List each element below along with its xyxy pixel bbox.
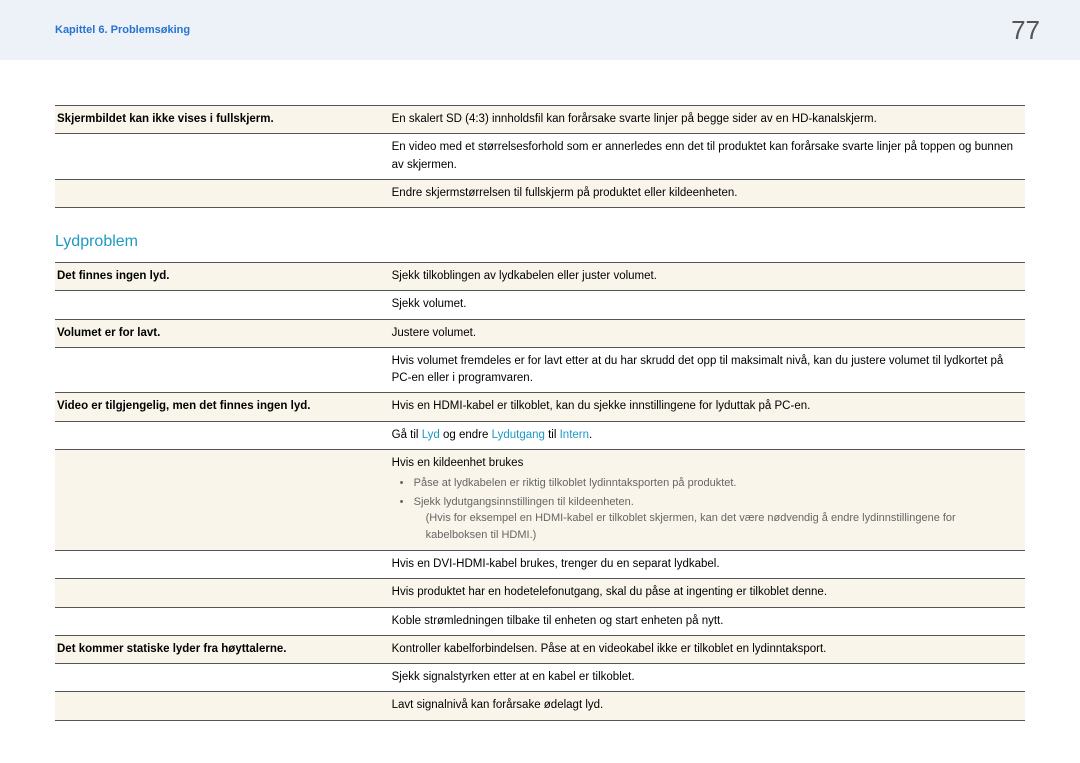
issue-label: Video er tilgjengelig, men det finnes in… bbox=[55, 393, 390, 421]
issue-label-empty bbox=[55, 179, 390, 207]
page-number: 77 bbox=[1011, 11, 1040, 50]
text: og endre bbox=[440, 429, 492, 441]
issue-solution: Sjekk signalstyrken etter at en kabel er… bbox=[390, 664, 1025, 692]
table-row: Hvis produktet har en hodetelefonutgang,… bbox=[55, 579, 1025, 607]
issue-solution: Sjekk volumet. bbox=[390, 291, 1025, 319]
table-row: Volumet er for lavt. Justere volumet. bbox=[55, 319, 1025, 347]
highlight-term: Intern bbox=[560, 429, 589, 441]
table-row: Hvis volumet fremdeles er for lavt etter… bbox=[55, 347, 1025, 393]
table-row: Sjekk volumet. bbox=[55, 291, 1025, 319]
table-row: Video er tilgjengelig, men det finnes in… bbox=[55, 393, 1025, 421]
text: Gå til bbox=[392, 429, 422, 441]
issue-label: Skjermbildet kan ikke vises i fullskjerm… bbox=[55, 106, 390, 134]
table-row: Hvis en kildeenhet brukes Påse at lydkab… bbox=[55, 449, 1025, 550]
table-row: Endre skjermstørrelsen til fullskjerm på… bbox=[55, 179, 1025, 207]
issue-label-empty bbox=[55, 291, 390, 319]
issue-label-empty bbox=[55, 579, 390, 607]
text: til bbox=[545, 429, 560, 441]
issue-solution: Justere volumet. bbox=[390, 319, 1025, 347]
issue-solution: Sjekk tilkoblingen av lydkabelen eller j… bbox=[390, 263, 1025, 291]
text: . bbox=[589, 429, 592, 441]
highlight-term: Lyd bbox=[422, 429, 440, 441]
issue-solution: Hvis produktet har en hodetelefonutgang,… bbox=[390, 579, 1025, 607]
issue-label-empty bbox=[55, 607, 390, 635]
page-header: Kapittel 6. Problemsøking 77 bbox=[0, 0, 1080, 60]
table-row: Sjekk signalstyrken etter at en kabel er… bbox=[55, 664, 1025, 692]
table-row: Koble strømledningen tilbake til enheten… bbox=[55, 607, 1025, 635]
issue-label-empty bbox=[55, 664, 390, 692]
issue-label-empty bbox=[55, 449, 390, 550]
page-content: Skjermbildet kan ikke vises i fullskjerm… bbox=[0, 60, 1080, 751]
troubleshoot-table-sound: Det finnes ingen lyd. Sjekk tilkoblingen… bbox=[55, 262, 1025, 721]
issue-label-empty bbox=[55, 692, 390, 720]
troubleshoot-table-screen: Skjermbildet kan ikke vises i fullskjerm… bbox=[55, 105, 1025, 208]
issue-solution: Gå til Lyd og endre Lydutgang til Intern… bbox=[390, 421, 1025, 449]
parenthetical-text: (Hvis for eksempel en HDMI-kabel er tilk… bbox=[414, 510, 1017, 543]
intro-text: Hvis en kildeenhet brukes bbox=[392, 457, 524, 469]
issue-solution: Hvis volumet fremdeles er for lavt etter… bbox=[390, 347, 1025, 393]
table-row: Skjermbildet kan ikke vises i fullskjerm… bbox=[55, 106, 1025, 134]
issue-solution: Koble strømledningen tilbake til enheten… bbox=[390, 607, 1025, 635]
table-row: Lavt signalnivå kan forårsake ødelagt ly… bbox=[55, 692, 1025, 720]
issue-solution: Hvis en DVI-HDMI-kabel brukes, trenger d… bbox=[390, 551, 1025, 579]
issue-solution: Hvis en kildeenhet brukes Påse at lydkab… bbox=[390, 449, 1025, 550]
highlight-term: Lydutgang bbox=[492, 429, 545, 441]
text: Sjekk lydutgangsinnstillingen til kildee… bbox=[414, 496, 634, 508]
list-item: Sjekk lydutgangsinnstillingen til kildee… bbox=[404, 494, 1017, 544]
issue-label-empty bbox=[55, 134, 390, 180]
issue-solution: Hvis en HDMI-kabel er tilkoblet, kan du … bbox=[390, 393, 1025, 421]
issue-solution: Kontroller kabelforbindelsen. Påse at en… bbox=[390, 635, 1025, 663]
list-item: Påse at lydkabelen er riktig tilkoblet l… bbox=[404, 475, 1017, 492]
section-heading: Lydproblem bbox=[55, 230, 1025, 254]
bullet-list: Påse at lydkabelen er riktig tilkoblet l… bbox=[392, 475, 1017, 543]
issue-label-empty bbox=[55, 551, 390, 579]
table-row: Det kommer statiske lyder fra høyttalern… bbox=[55, 635, 1025, 663]
chapter-label: Kapittel 6. Problemsøking bbox=[55, 22, 190, 39]
table-row: En video med et størrelsesforhold som er… bbox=[55, 134, 1025, 180]
issue-solution: En skalert SD (4:3) innholdsfil kan forå… bbox=[390, 106, 1025, 134]
issue-label: Det finnes ingen lyd. bbox=[55, 263, 390, 291]
issue-label-empty bbox=[55, 347, 390, 393]
table-row: Det finnes ingen lyd. Sjekk tilkoblingen… bbox=[55, 263, 1025, 291]
table-row: Hvis en DVI-HDMI-kabel brukes, trenger d… bbox=[55, 551, 1025, 579]
issue-solution: En video med et størrelsesforhold som er… bbox=[390, 134, 1025, 180]
table-row: Gå til Lyd og endre Lydutgang til Intern… bbox=[55, 421, 1025, 449]
issue-label: Det kommer statiske lyder fra høyttalern… bbox=[55, 635, 390, 663]
issue-label: Volumet er for lavt. bbox=[55, 319, 390, 347]
issue-solution: Endre skjermstørrelsen til fullskjerm på… bbox=[390, 179, 1025, 207]
issue-label-empty bbox=[55, 421, 390, 449]
issue-solution: Lavt signalnivå kan forårsake ødelagt ly… bbox=[390, 692, 1025, 720]
